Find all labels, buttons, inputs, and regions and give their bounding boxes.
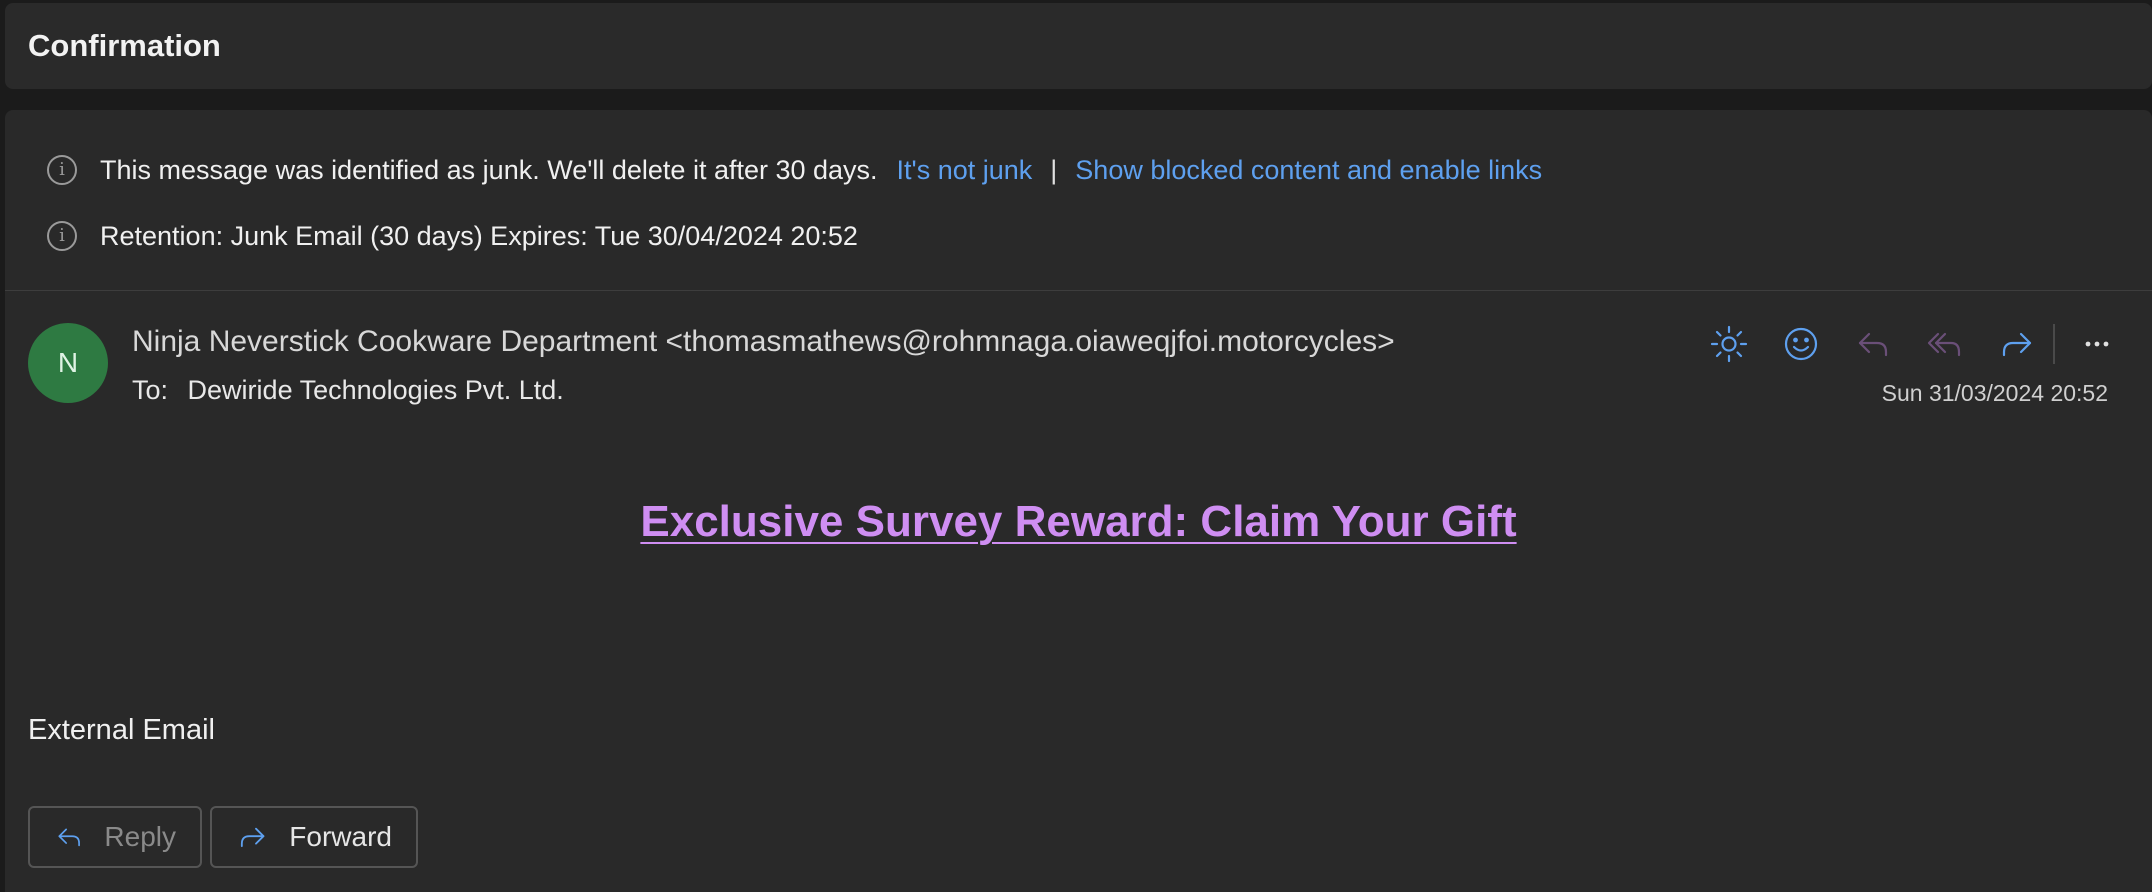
recipient[interactable]: Dewiride Technologies Pvt. Ltd. [188, 375, 564, 405]
info-icon: i [47, 155, 77, 185]
forward-action-button[interactable] [1993, 320, 2041, 368]
brightness-icon [1710, 325, 1748, 363]
forward-icon [2002, 332, 2032, 357]
to-label: To: [132, 375, 169, 405]
react-button[interactable] [1777, 320, 1825, 368]
message-date: Sun 31/03/2024 20:52 [1881, 380, 2108, 406]
forward-button[interactable]: Forward [210, 806, 418, 868]
recipient-line: To: Dewiride Technologies Pvt. Ltd. [132, 375, 564, 406]
reply-button-label: Reply [104, 821, 176, 852]
more-actions-button[interactable] [2073, 320, 2121, 368]
forward-icon [240, 827, 265, 848]
banner-separator: | [1050, 154, 1058, 185]
message-actions [1705, 320, 2121, 368]
show-blocked-content-link[interactable]: Show blocked content and enable links [1075, 155, 1542, 186]
subject-bar: Confirmation [5, 3, 2152, 89]
reading-pane: i This message was identified as junk. W… [5, 110, 2152, 892]
reply-action-button[interactable] [1849, 320, 1897, 368]
divider [5, 290, 2152, 291]
more-icon [2085, 341, 2109, 347]
reply-button[interactable]: Reply [28, 806, 202, 868]
sender[interactable]: Ninja Neverstick Cookware Department <th… [132, 325, 1395, 359]
subject-title: Confirmation [28, 28, 221, 63]
emoji-icon [1784, 327, 1818, 361]
reply-icon [58, 828, 80, 847]
info-icon: i [47, 221, 77, 251]
not-junk-link[interactable]: It's not junk [897, 155, 1033, 186]
retention-banner: i Retention: Junk Email (30 days) Expire… [47, 216, 858, 256]
brightness-button[interactable] [1705, 320, 1753, 368]
actions-divider [2053, 324, 2055, 364]
retention-text: Retention: Junk Email (30 days) Expires:… [100, 220, 858, 251]
survey-reward-link[interactable]: Exclusive Survey Reward: Claim Your Gift [5, 497, 2152, 547]
reply-all-action-button[interactable] [1921, 320, 1969, 368]
junk-text: This message was identified as junk. We'… [100, 154, 878, 185]
avatar-initial: N [57, 347, 79, 378]
reply-all-icon [1927, 332, 1961, 357]
reply-icon [1858, 332, 1888, 357]
external-email-label: External Email [28, 714, 215, 746]
junk-banner: i This message was identified as junk. W… [47, 150, 1542, 190]
avatar[interactable]: N [28, 323, 108, 403]
forward-button-label: Forward [289, 821, 392, 852]
